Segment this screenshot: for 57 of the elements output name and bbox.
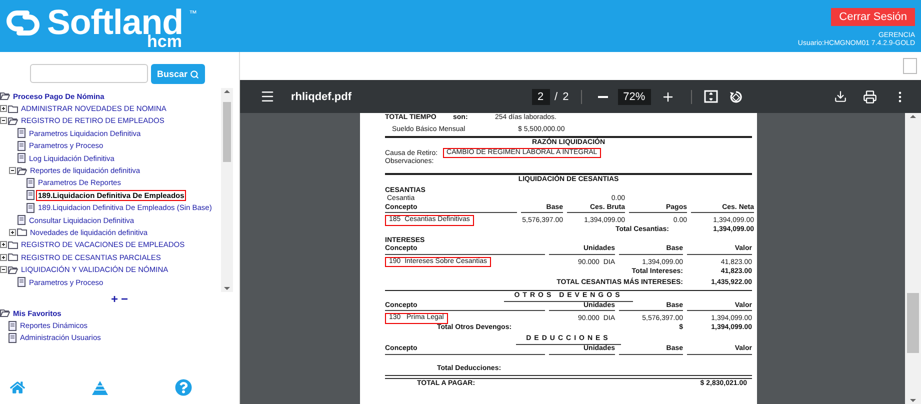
document-icon	[26, 202, 35, 213]
document-icon	[8, 320, 17, 331]
page-separator: /	[554, 90, 558, 102]
menu-button[interactable]	[260, 89, 275, 104]
collapse-icon[interactable]	[0, 266, 7, 274]
scroll-up-icon[interactable]	[910, 113, 916, 121]
home-icon[interactable]	[10, 380, 25, 395]
plus-icon	[660, 90, 675, 104]
page-count: 2	[562, 90, 569, 102]
page-field[interactable]: 2	[532, 88, 550, 104]
expand-icon[interactable]	[9, 228, 16, 236]
printer-icon	[863, 90, 877, 104]
logout-button[interactable]: Cerrar Sesión	[831, 8, 915, 26]
expand-icon[interactable]	[0, 241, 7, 248]
scrollbar[interactable]	[905, 113, 921, 404]
pyramid-icon[interactable]	[91, 380, 109, 396]
document-icon	[17, 128, 26, 138]
zoom-in-button[interactable]	[660, 90, 675, 104]
download-button[interactable]	[834, 90, 847, 103]
expand-all-button[interactable]: +	[110, 293, 118, 305]
collapse-icon[interactable]	[9, 167, 16, 174]
folder-icon	[8, 104, 18, 113]
document-icon	[17, 215, 26, 226]
folder-icon	[0, 309, 10, 318]
fit-page-icon[interactable]	[704, 90, 718, 103]
search-field[interactable]	[30, 64, 148, 83]
menu-icon	[260, 89, 275, 104]
expand-icon[interactable]	[0, 105, 7, 112]
document-icon	[17, 153, 26, 164]
help-icon[interactable]	[175, 379, 192, 396]
search-icon	[190, 70, 199, 78]
print-button[interactable]	[863, 90, 877, 104]
scroll-down-icon[interactable]	[224, 284, 230, 292]
collapse-icon[interactable]	[0, 117, 7, 124]
expand-icon[interactable]	[0, 254, 7, 261]
folder-icon	[8, 266, 18, 274]
scrollbar[interactable]	[221, 88, 233, 292]
folder-icon	[8, 116, 18, 125]
scroll-up-icon[interactable]	[224, 88, 230, 96]
folder-icon	[17, 166, 27, 175]
zoom-field[interactable]: 72%	[618, 88, 651, 104]
trademark: ™	[188, 9, 197, 18]
document-icon	[26, 178, 35, 188]
document-icon	[17, 140, 26, 151]
rotate-icon[interactable]	[728, 90, 743, 104]
scrollbar-thumb[interactable]	[907, 293, 919, 353]
folder-icon	[0, 92, 10, 100]
download-icon	[834, 90, 847, 103]
document-icon	[8, 332, 17, 343]
file-name: rhliqdef.pdf	[291, 90, 352, 102]
minus-icon	[598, 96, 608, 98]
scrollbar-thumb[interactable]	[223, 102, 231, 162]
product-name: hcm	[147, 33, 182, 51]
scroll-down-icon[interactable]	[910, 396, 916, 404]
document-icon	[17, 277, 26, 288]
document-icon	[26, 190, 35, 200]
collapse-all-button[interactable]: −	[121, 293, 128, 305]
